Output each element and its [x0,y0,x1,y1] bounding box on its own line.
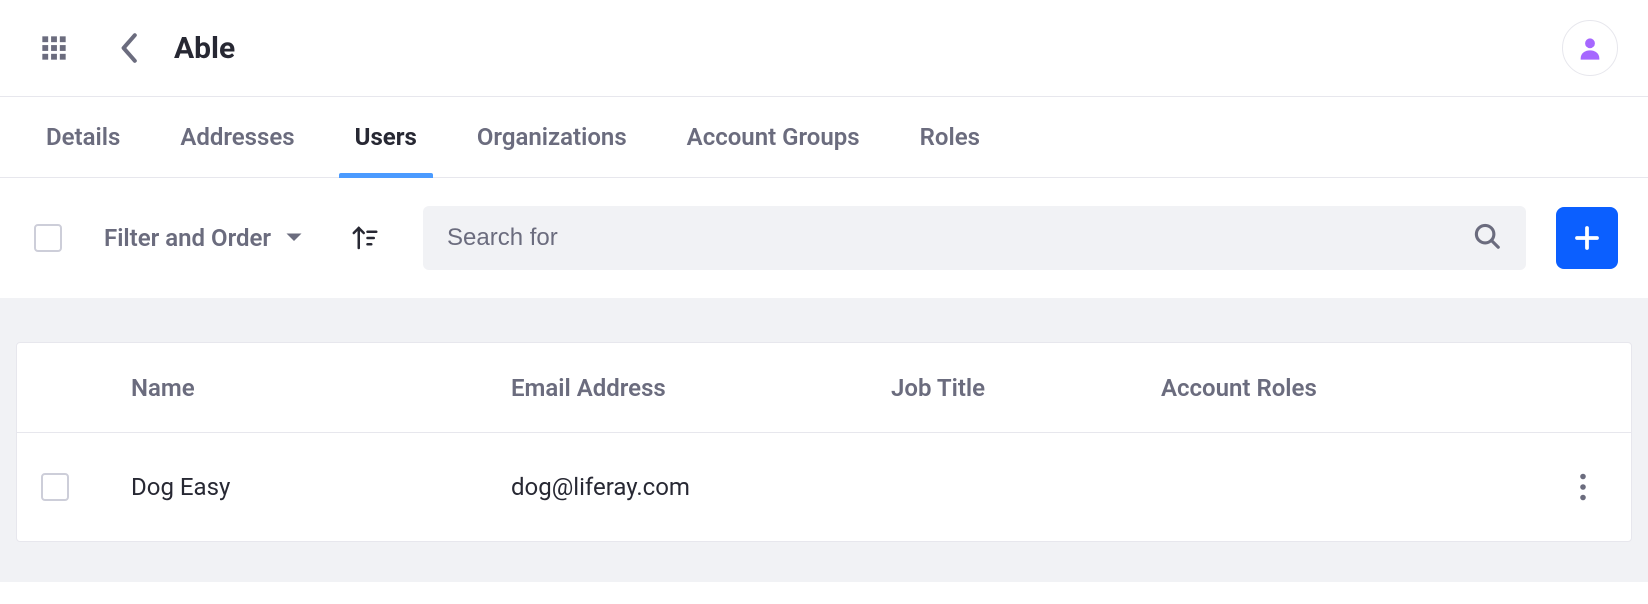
tab-account-groups[interactable]: Account Groups [687,97,860,177]
search-icon[interactable] [1472,221,1502,255]
tab-users[interactable]: Users [355,97,417,177]
column-account-roles: Account Roles [1161,374,1541,402]
filter-order-label: Filter and Order [104,224,271,252]
user-avatar[interactable] [1562,20,1618,76]
page-header: Able [0,0,1648,97]
tab-roles[interactable]: Roles [920,97,980,177]
row-checkbox[interactable] [41,473,69,501]
select-all-checkbox[interactable] [34,224,62,252]
toolbar: Filter and Order [0,178,1648,298]
apps-grid-icon[interactable] [40,34,68,62]
tab-details[interactable]: Details [46,97,120,177]
column-email: Email Address [511,374,891,402]
add-button[interactable] [1556,207,1618,269]
tab-addresses[interactable]: Addresses [180,97,294,177]
filter-order-dropdown[interactable]: Filter and Order [104,224,303,252]
back-chevron-icon[interactable] [114,32,146,64]
search-input[interactable] [447,224,1472,252]
sort-icon [350,223,380,253]
cell-name: Dog Easy [131,473,511,501]
users-table: Name Email Address Job Title Account Rol… [16,342,1632,542]
page-title: Able [174,31,235,66]
content-area: Name Email Address Job Title Account Rol… [0,298,1648,582]
user-icon [1576,34,1604,62]
row-actions-button[interactable] [1559,463,1607,511]
caret-down-icon [285,232,303,244]
search-field [423,206,1526,270]
sort-button[interactable] [345,218,385,258]
column-job-title: Job Title [891,374,1161,402]
cell-email: dog@liferay.com [511,473,891,501]
kebab-icon [1579,473,1587,501]
tab-organizations[interactable]: Organizations [477,97,627,177]
tabs-nav: Details Addresses Users Organizations Ac… [0,97,1648,178]
table-row[interactable]: Dog Easy dog@liferay.com [17,433,1631,541]
column-name: Name [131,374,511,402]
table-header: Name Email Address Job Title Account Rol… [17,343,1631,433]
plus-icon [1572,223,1602,253]
